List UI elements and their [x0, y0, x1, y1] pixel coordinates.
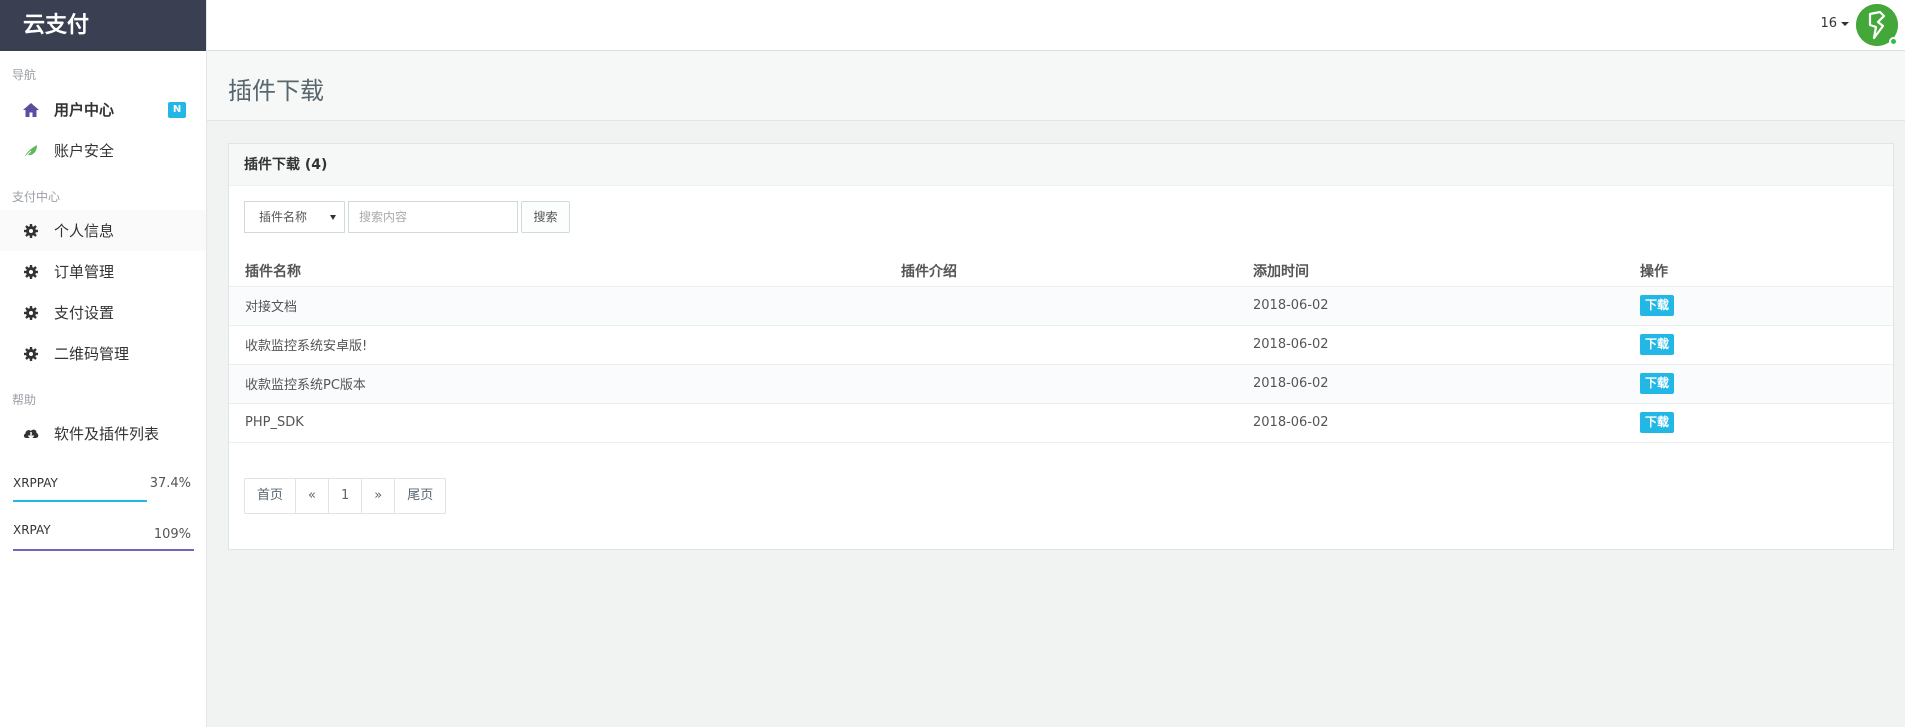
pagination-first[interactable]: 首页 — [244, 478, 297, 514]
sidebar-item-label: 账户安全 — [54, 142, 115, 160]
pagination-last[interactable]: 尾页 — [394, 478, 447, 514]
sidebar: 云支付 导航 用户中心 N 账户安全 支付中心 个人信息 订单管理 支付设置 二… — [0, 0, 207, 727]
plugin-date: 2018-06-02 — [1253, 403, 1640, 443]
table-row: 对接文档 2018-06-02 下载 — [229, 286, 1893, 326]
nav-section-title: 帮助 — [12, 393, 37, 407]
caret-down-icon — [330, 215, 336, 220]
sidebar-item-payment-settings[interactable]: 支付设置 — [0, 292, 206, 333]
nav-section-title: 支付中心 — [12, 190, 61, 204]
plugin-name: 收款监控系统PC版本 — [229, 364, 901, 404]
sidebar-item-orders[interactable]: 订单管理 — [0, 251, 206, 292]
sidebar-item-label: 支付设置 — [54, 304, 115, 322]
online-status-dot — [1889, 37, 1898, 46]
search-input[interactable] — [348, 201, 518, 233]
table-row: PHP_SDK 2018-06-02 下载 — [229, 403, 1893, 443]
brand-logo[interactable]: 云支付 — [0, 0, 206, 51]
progress-value: 37.4% — [149, 476, 191, 491]
plugin-action-cell: 下载 — [1640, 286, 1893, 326]
column-header-action: 操作 — [1640, 256, 1893, 287]
progress-track — [13, 500, 194, 502]
progress-bar — [13, 549, 194, 551]
plugin-action-cell: 下载 — [1640, 364, 1893, 404]
column-header-name: 插件名称 — [229, 256, 901, 287]
progress-value: 109% — [153, 527, 191, 542]
user-name: 16 — [1820, 16, 1837, 31]
plugin-date: 2018-06-02 — [1253, 286, 1640, 326]
search-bar: 插件名称 搜索 — [244, 201, 570, 233]
page-title: 插件下载 — [228, 77, 324, 105]
sidebar-item-label: 用户中心 — [54, 101, 115, 119]
top-header: 16 — [207, 0, 1905, 51]
download-button[interactable]: 下载 — [1640, 295, 1675, 316]
plugin-intro — [901, 286, 1253, 326]
plugin-action-cell: 下载 — [1640, 403, 1893, 443]
plugin-action-cell: 下载 — [1640, 325, 1893, 365]
plugin-panel: 插件下载 (4) 插件名称 搜索 插件名称 插件介绍 添加时间 操作 对接文档 … — [228, 143, 1894, 550]
caret-down-icon — [1841, 21, 1849, 26]
download-button[interactable]: 下载 — [1640, 334, 1675, 355]
panel-title: 插件下载 (4) — [229, 144, 1893, 186]
table-row: 收款监控系统PC版本 2018-06-02 下载 — [229, 364, 1893, 404]
leaf-icon — [20, 140, 42, 162]
plugin-date: 2018-06-02 — [1253, 364, 1640, 404]
sidebar-item-software-list[interactable]: 软件及插件列表 — [0, 413, 206, 454]
plugin-name: PHP_SDK — [229, 403, 901, 443]
avatar[interactable] — [1856, 4, 1898, 46]
gear-icon — [20, 343, 42, 365]
page-header: 插件下载 — [207, 51, 1905, 121]
plugin-intro — [901, 403, 1253, 443]
gear-icon — [20, 220, 42, 242]
sidebar-item-label: 二维码管理 — [54, 345, 130, 363]
pagination-prev[interactable]: « — [295, 478, 329, 514]
search-button[interactable]: 搜索 — [521, 201, 570, 233]
home-icon — [20, 99, 42, 121]
sidebar-item-account-security[interactable]: 账户安全 — [0, 130, 206, 171]
plugin-name: 收款监控系统安卓版! — [229, 325, 901, 365]
plugin-table: 插件名称 插件介绍 添加时间 操作 对接文档 2018-06-02 下载 收款监… — [229, 256, 1893, 443]
table-row: 收款监控系统安卓版! 2018-06-02 下载 — [229, 325, 1893, 365]
nav-section-title: 导航 — [12, 68, 37, 82]
plugin-intro — [901, 364, 1253, 404]
plugin-date: 2018-06-02 — [1253, 325, 1640, 365]
select-value: 插件名称 — [259, 210, 308, 224]
cloud-download-icon — [20, 423, 42, 445]
sidebar-item-user-center[interactable]: 用户中心 N — [0, 89, 206, 130]
pagination: 首页 « 1 » 尾页 — [244, 478, 447, 514]
progress-xrpay: XRPAY 109% — [0, 523, 206, 551]
table-header-row: 插件名称 插件介绍 添加时间 操作 — [229, 256, 1893, 287]
search-field-select[interactable]: 插件名称 — [244, 201, 345, 233]
gear-icon — [20, 261, 42, 283]
progress-track — [13, 549, 194, 551]
progress-xrppay: XRPPAY 37.4% — [0, 476, 206, 502]
download-button[interactable]: 下载 — [1640, 412, 1675, 433]
progress-bar — [13, 500, 147, 502]
gear-icon — [20, 302, 42, 324]
user-menu[interactable]: 16 — [1820, 16, 1849, 31]
pagination-page[interactable]: 1 — [327, 478, 363, 514]
new-badge: N — [168, 102, 186, 118]
pagination-next[interactable]: » — [361, 478, 396, 514]
column-header-intro: 插件介绍 — [901, 256, 1253, 287]
sidebar-item-label: 个人信息 — [54, 222, 115, 240]
sidebar-item-qrcode[interactable]: 二维码管理 — [0, 333, 206, 374]
sidebar-item-profile[interactable]: 个人信息 — [0, 210, 206, 251]
download-button[interactable]: 下载 — [1640, 373, 1675, 394]
plugin-name: 对接文档 — [229, 286, 901, 326]
plugin-intro — [901, 325, 1253, 365]
sidebar-item-label: 订单管理 — [54, 263, 115, 281]
column-header-date: 添加时间 — [1253, 256, 1640, 287]
sidebar-item-label: 软件及插件列表 — [54, 425, 160, 443]
